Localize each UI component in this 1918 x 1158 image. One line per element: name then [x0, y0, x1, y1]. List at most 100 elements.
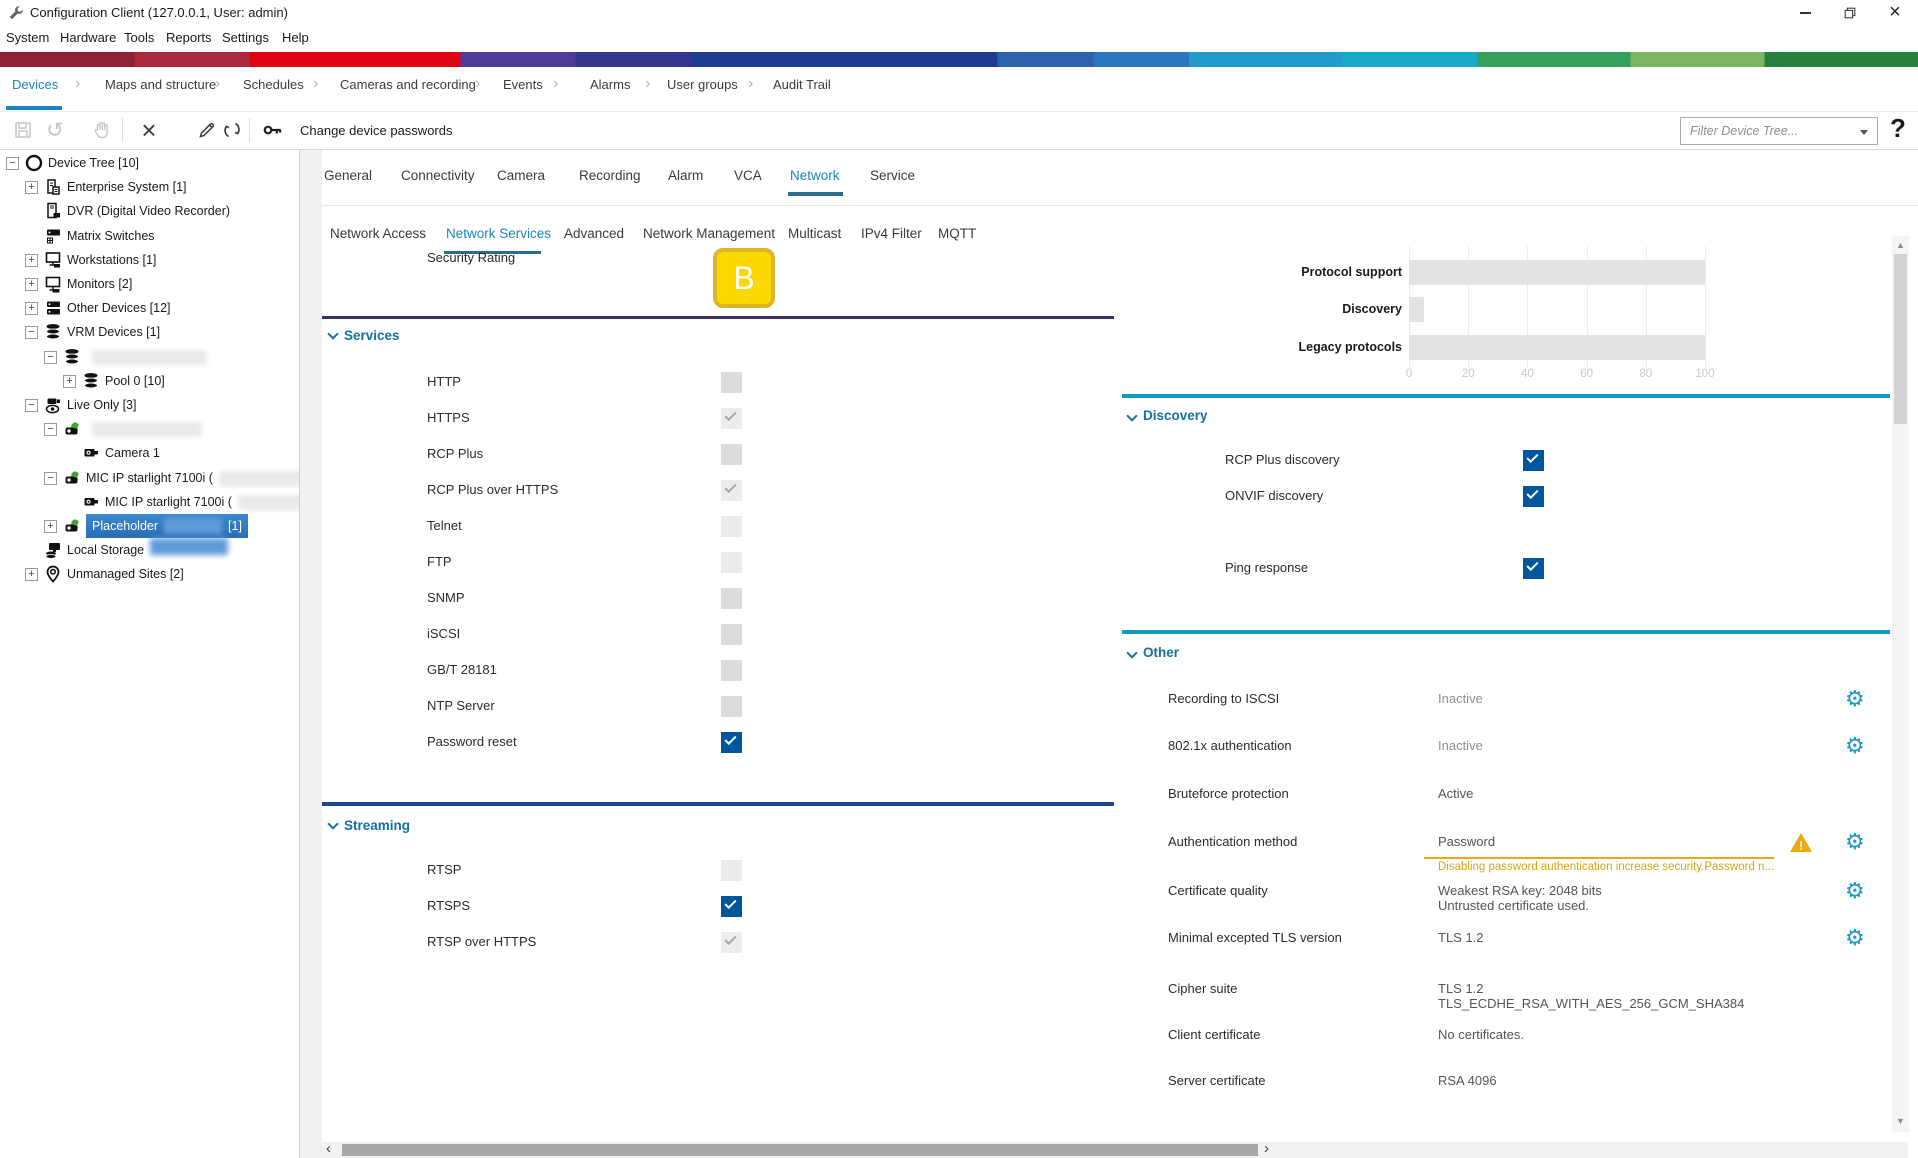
tab-connectivity[interactable]: Connectivity — [401, 168, 475, 183]
scroll-right-icon[interactable]: › — [1264, 1140, 1269, 1157]
delete-icon[interactable]: × — [134, 115, 164, 145]
tree-expander-plus-icon[interactable]: + — [25, 302, 38, 315]
minimize-button[interactable] — [1786, 0, 1824, 25]
checkbox-gb-t-28181[interactable] — [721, 660, 742, 681]
menu-item-reports[interactable]: Reports — [166, 30, 212, 45]
tab-vca[interactable]: VCA — [734, 168, 762, 183]
checkbox-ntp-server[interactable] — [721, 696, 742, 717]
gear-icon[interactable]: ⚙ — [1845, 880, 1865, 902]
tree-item-mic-ip-starlight-7100i[interactable]: −MIC IP starlight 7100i ( — [0, 466, 298, 490]
checkbox-rtsp[interactable] — [721, 860, 742, 881]
tree-item-enterprise-system-1[interactable]: +Enterprise System [1] — [0, 175, 298, 199]
subtab-mqtt[interactable]: MQTT — [938, 226, 976, 241]
maximize-button[interactable] — [1831, 0, 1869, 25]
tree-item-item[interactable]: − — [0, 345, 298, 369]
tree-expander-minus-icon[interactable]: − — [44, 472, 57, 485]
breadcrumb-item-maps-and-structure[interactable]: Maps and structure — [105, 77, 216, 92]
filter-device-tree-combo[interactable]: Filter Device Tree... — [1680, 117, 1878, 145]
refresh-icon[interactable] — [217, 115, 247, 145]
tree-item-camera-1[interactable]: Camera 1 — [0, 441, 298, 465]
tab-alarm[interactable]: Alarm — [668, 168, 703, 183]
subtab-network-services[interactable]: Network Services — [446, 226, 551, 241]
tree-item-other-devices-12[interactable]: +Other Devices [12] — [0, 296, 298, 320]
checkbox-snmp[interactable] — [721, 588, 742, 609]
change-device-passwords-button[interactable]: Change device passwords — [300, 123, 452, 138]
tree-item-mic-ip-starlight-7100i[interactable]: MIC IP starlight 7100i ( — [0, 490, 298, 514]
tree-item-selected-highlight[interactable]: Placeholder[1] — [86, 514, 248, 538]
checkbox-https[interactable] — [721, 408, 742, 429]
tree-item-dvr-digital-video-recorder[interactable]: DVR (Digital Video Recorder) — [0, 199, 298, 223]
checkbox-ping-response[interactable] — [1523, 558, 1544, 579]
menu-item-help[interactable]: Help — [282, 30, 309, 45]
breadcrumb-item-events[interactable]: Events — [503, 77, 543, 92]
tree-expander-minus-icon[interactable]: − — [25, 326, 38, 339]
tree-item-pool-0-10[interactable]: +Pool 0 [10] — [0, 369, 298, 393]
tab-network[interactable]: Network — [790, 168, 840, 183]
checkbox-rcp-plus[interactable] — [721, 444, 742, 465]
undo-icon[interactable]: ↺ — [40, 115, 70, 145]
breadcrumb-item-user-groups[interactable]: User groups — [667, 77, 738, 92]
checkbox-rtsps[interactable] — [721, 896, 742, 917]
subtab-ipv4-filter[interactable]: IPv4 Filter — [861, 226, 922, 241]
tree-expander-minus-icon[interactable]: − — [44, 423, 57, 436]
menu-item-settings[interactable]: Settings — [222, 30, 269, 45]
checkbox-telnet[interactable] — [721, 516, 742, 537]
tree-expander-plus-icon[interactable]: + — [25, 181, 38, 194]
breadcrumb-item-alarms[interactable]: Alarms — [590, 77, 630, 92]
tree-expander-plus-icon[interactable]: + — [25, 568, 38, 581]
tree-item-item[interactable]: − — [0, 417, 298, 441]
checkbox-password-reset[interactable] — [721, 732, 742, 753]
breadcrumb-item-schedules[interactable]: Schedules — [243, 77, 304, 92]
menu-item-hardware[interactable]: Hardware — [60, 30, 116, 45]
tree-expander-plus-icon[interactable]: + — [25, 278, 38, 291]
help-button[interactable]: ? — [1890, 113, 1906, 144]
hand-icon[interactable] — [86, 115, 116, 145]
key-icon[interactable] — [258, 115, 288, 145]
horizontal-scrollbar-thumb[interactable] — [342, 1144, 1258, 1156]
checkbox-iscsi[interactable] — [721, 624, 742, 645]
gear-icon[interactable]: ⚙ — [1845, 688, 1865, 710]
breadcrumb-item-audit-trail[interactable]: Audit Trail — [773, 77, 831, 92]
tree-item-live-only-3[interactable]: −Live Only [3] — [0, 393, 298, 417]
tree-item-local-storage[interactable]: Local Storage — [0, 538, 298, 562]
vertical-scrollbar[interactable]: ▲ ▼ — [1892, 236, 1909, 1132]
checkbox-ftp[interactable] — [721, 552, 742, 573]
tree-item-placeholder[interactable]: + Placeholder[1] — [0, 514, 298, 538]
tab-general[interactable]: General — [324, 168, 372, 183]
subtab-multicast[interactable]: Multicast — [788, 226, 841, 241]
menu-item-system[interactable]: System — [6, 30, 49, 45]
subtab-advanced[interactable]: Advanced — [564, 226, 624, 241]
tree-expander-minus-icon[interactable]: − — [6, 157, 19, 170]
gear-icon[interactable]: ⚙ — [1845, 831, 1865, 853]
breadcrumb-item-cameras-and-recording[interactable]: Cameras and recording — [340, 77, 476, 92]
gear-icon[interactable]: ⚙ — [1845, 735, 1865, 757]
tree-expander-minus-icon[interactable]: − — [25, 399, 38, 412]
tree-expander-plus-icon[interactable]: + — [44, 520, 57, 533]
tree-item-vrm-devices-1[interactable]: −VRM Devices [1] — [0, 320, 298, 344]
breadcrumb-item-devices[interactable]: Devices — [12, 77, 58, 92]
checkbox-onvif-discovery[interactable] — [1523, 486, 1544, 507]
checkbox-rcp-plus-over-https[interactable] — [721, 480, 742, 501]
tree-item-matrix-switches[interactable]: Matrix Switches — [0, 224, 298, 248]
scroll-down-icon[interactable]: ▼ — [1892, 1116, 1909, 1126]
close-button[interactable]: × — [1876, 0, 1914, 25]
tree-expander-plus-icon[interactable]: + — [25, 254, 38, 267]
tab-recording[interactable]: Recording — [579, 168, 641, 183]
tree-expander-plus-icon[interactable]: + — [63, 375, 76, 388]
checkbox-rcp-plus-discovery[interactable] — [1523, 450, 1544, 471]
scroll-up-icon[interactable]: ▲ — [1892, 240, 1909, 250]
tab-service[interactable]: Service — [870, 168, 915, 183]
subtab-network-access[interactable]: Network Access — [330, 226, 426, 241]
panel-splitter[interactable] — [300, 150, 322, 1158]
subtab-network-management[interactable]: Network Management — [643, 226, 775, 241]
tree-item-workstations-1[interactable]: +Workstations [1] — [0, 248, 298, 272]
scroll-left-icon[interactable]: ‹ — [326, 1140, 331, 1157]
tree-item-unmanaged-sites-2[interactable]: +Unmanaged Sites [2] — [0, 562, 298, 586]
horizontal-scrollbar[interactable]: ‹ › — [322, 1142, 1908, 1158]
tab-camera[interactable]: Camera — [497, 168, 545, 183]
tree-item-monitors-2[interactable]: +Monitors [2] — [0, 272, 298, 296]
save-icon[interactable] — [8, 115, 38, 145]
tree-expander-minus-icon[interactable]: − — [44, 351, 57, 364]
tree-item-device-tree-10[interactable]: −Device Tree [10] — [0, 151, 298, 175]
checkbox-rtsp-over-https[interactable] — [721, 932, 742, 953]
